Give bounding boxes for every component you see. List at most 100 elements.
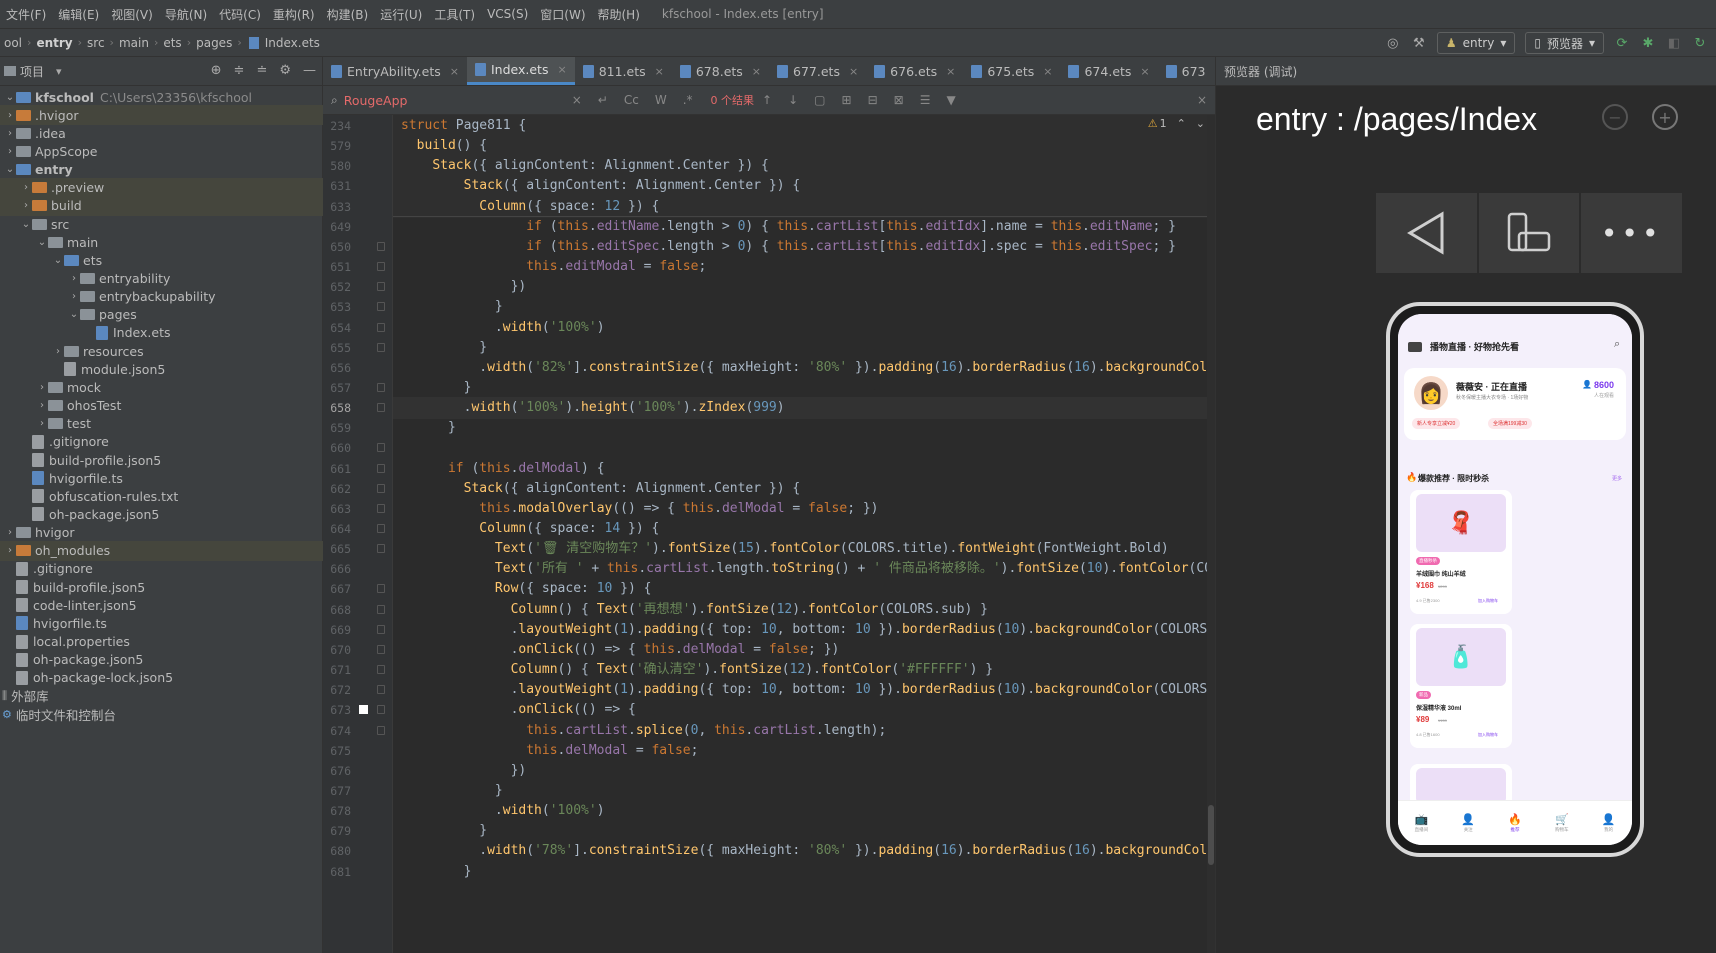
tree-item[interactable]: ⌄ main — [0, 232, 323, 252]
menu-item[interactable]: 重构(R) — [267, 6, 321, 23]
fold-marker-icon[interactable] — [377, 463, 385, 473]
tree-item[interactable]: build-profile.json5 — [0, 450, 323, 470]
fold-marker-icon[interactable] — [377, 584, 385, 594]
device-select[interactable]: ▯ 预览器 ▾ — [1525, 32, 1604, 54]
breadcrumb-item[interactable]: main — [117, 36, 151, 50]
chevron-right-icon[interactable]: › — [36, 382, 48, 393]
menu-item[interactable]: 文件(F) — [0, 6, 52, 23]
editor-tab[interactable]: 676.ets × — [866, 57, 963, 85]
chevron-right-icon[interactable]: › — [36, 418, 48, 429]
select-all-icon[interactable]: ▢ — [814, 93, 825, 107]
breadcrumb-item[interactable]: pages — [194, 36, 234, 50]
regex-toggle[interactable]: .* — [683, 93, 693, 107]
live-card[interactable]: 👩 薇薇安 · 正在直播 秋冬保暖主播大衣专场 · 1场好物 👤 8600 人在… — [1404, 368, 1626, 440]
tree-item[interactable]: oh-package.json5 — [0, 504, 323, 524]
attach-icon[interactable]: ◧ — [1666, 35, 1682, 51]
tree-item[interactable]: local.properties — [0, 632, 323, 652]
chevron-right-icon[interactable]: › — [4, 545, 16, 556]
back-button[interactable] — [1376, 193, 1479, 273]
tree-item[interactable]: .gitignore — [0, 432, 323, 452]
device-screen[interactable]: 播物直播 · 好物抢先看 ⌕ 👩 薇薇安 · 正在直播 秋冬保暖主播大衣专场 ·… — [1398, 314, 1632, 845]
code-area[interactable]: struct Page811 { build() { Stack({ align… — [393, 115, 1215, 953]
tree-item[interactable]: ⌄ src — [0, 214, 323, 234]
rotate-button[interactable] — [1479, 193, 1582, 273]
tree-item[interactable]: › entryability — [0, 269, 323, 289]
fold-marker-icon[interactable] — [377, 725, 385, 735]
arrow-up-icon[interactable]: ⌃ — [1177, 117, 1186, 130]
chevron-right-icon[interactable]: › — [20, 182, 32, 193]
menu-item[interactable]: 窗口(W) — [534, 6, 591, 23]
editor-tab[interactable]: 811.ets × — [575, 57, 672, 85]
multiline-icon[interactable]: ☰ — [920, 93, 931, 107]
editor-tab[interactable]: 677.ets × — [769, 57, 866, 85]
debug-icon[interactable]: ✱ — [1640, 35, 1656, 51]
tree-item[interactable]: › entrybackupability — [0, 287, 323, 307]
coupon-badge-2[interactable]: 全场满199减30 — [1488, 418, 1532, 429]
tree-item[interactable]: obfuscation-rules.txt — [0, 486, 323, 506]
tree-item[interactable]: › mock — [0, 377, 323, 397]
chevron-right-icon[interactable]: › — [52, 346, 64, 357]
bottom-nav-item[interactable]: 📺 直播间 — [1415, 813, 1429, 833]
tree-item[interactable]: › .idea — [0, 123, 323, 143]
close-tab-icon[interactable]: × — [946, 65, 955, 78]
fold-marker-icon[interactable] — [377, 483, 385, 493]
tree-item[interactable]: ⌄ ets — [0, 250, 323, 270]
close-tab-icon[interactable]: × — [849, 65, 858, 78]
tree-item[interactable]: › .hvigor — [0, 105, 323, 126]
tree-item[interactable]: hvigorfile.ts — [0, 468, 323, 488]
editor-tab[interactable]: 673 — [1158, 57, 1214, 85]
fold-marker-icon[interactable] — [377, 282, 385, 292]
clear-icon[interactable]: × — [572, 93, 582, 107]
bottom-nav-item[interactable]: 🔥 推荐 — [1508, 813, 1522, 833]
close-tab-icon[interactable]: × — [752, 65, 761, 78]
chevron-down-icon[interactable]: ⌄ — [52, 255, 64, 266]
bottom-nav-item[interactable]: 🛒 购物车 — [1555, 813, 1569, 833]
arrow-down-icon[interactable]: ⌄ — [1196, 117, 1205, 130]
remove-occurrence-icon[interactable]: ⊟ — [868, 93, 878, 107]
more-button[interactable]: ••• — [1581, 193, 1682, 273]
close-icon[interactable]: × — [1197, 93, 1207, 107]
run-config-select[interactable]: ♟ entry ▾ — [1436, 32, 1516, 54]
match-case-toggle[interactable]: Cc — [624, 93, 639, 107]
breadcrumb-item[interactable]: ets — [161, 36, 183, 50]
bottom-nav-item[interactable]: 👤 我的 — [1602, 813, 1616, 833]
tree-item[interactable]: oh-package.json5 — [0, 650, 323, 670]
menu-item[interactable]: 代码(C) — [213, 6, 267, 23]
tree-item[interactable]: › .preview — [0, 177, 323, 198]
target-icon[interactable]: ◎ — [1385, 35, 1401, 51]
reload-icon[interactable]: ⟳ — [1614, 35, 1630, 51]
fold-marker-icon[interactable] — [377, 342, 385, 352]
menu-item[interactable]: 构建(B) — [321, 6, 375, 23]
close-tab-icon[interactable]: × — [1140, 65, 1149, 78]
tree-item[interactable]: oh-package-lock.json5 — [0, 668, 323, 688]
gear-icon[interactable]: ⚙ — [279, 63, 291, 78]
fold-marker-icon[interactable] — [377, 705, 385, 715]
fold-marker-icon[interactable] — [377, 443, 385, 453]
breadcrumb-item[interactable]: entry — [34, 36, 74, 50]
fold-marker-icon[interactable] — [377, 665, 385, 675]
scrollbar[interactable] — [1207, 115, 1215, 953]
hammer-icon[interactable]: ⚒ — [1411, 35, 1427, 51]
chevron-down-icon[interactable]: ▾ — [56, 65, 62, 78]
tree-item[interactable]: Index.ets — [0, 323, 323, 343]
chevron-right-icon[interactable]: › — [20, 200, 32, 211]
tree-item[interactable]: ⚙ 临时文件和控制台 — [0, 704, 323, 724]
tree-item[interactable]: ⌄ entry — [0, 160, 323, 180]
coupon-badge-1[interactable]: 新人专享立减¥20 — [1412, 418, 1461, 429]
fold-marker-icon[interactable] — [377, 302, 385, 312]
fold-marker-icon[interactable] — [377, 322, 385, 332]
tree-item[interactable]: › AppScope — [0, 141, 323, 161]
tree-item[interactable]: › build — [0, 195, 323, 216]
menu-item[interactable]: 帮助(H) — [592, 6, 646, 23]
chevron-down-icon[interactable]: ⌄ — [4, 164, 16, 175]
tree-item[interactable]: .gitignore — [0, 559, 323, 579]
editor-tab[interactable]: EntryAbility.ets × — [323, 57, 467, 85]
tree-item[interactable]: › oh_modules — [0, 540, 323, 561]
fold-marker-icon[interactable] — [377, 524, 385, 533]
chevron-right-icon[interactable]: › — [4, 146, 16, 157]
fold-marker-icon[interactable] — [377, 685, 385, 695]
close-tab-icon[interactable]: × — [557, 63, 566, 76]
add-to-cart-button[interactable]: 加入购物车 — [1478, 598, 1498, 604]
zoom-in-icon[interactable]: + — [1652, 104, 1678, 130]
bookmark-icon[interactable] — [359, 705, 368, 715]
